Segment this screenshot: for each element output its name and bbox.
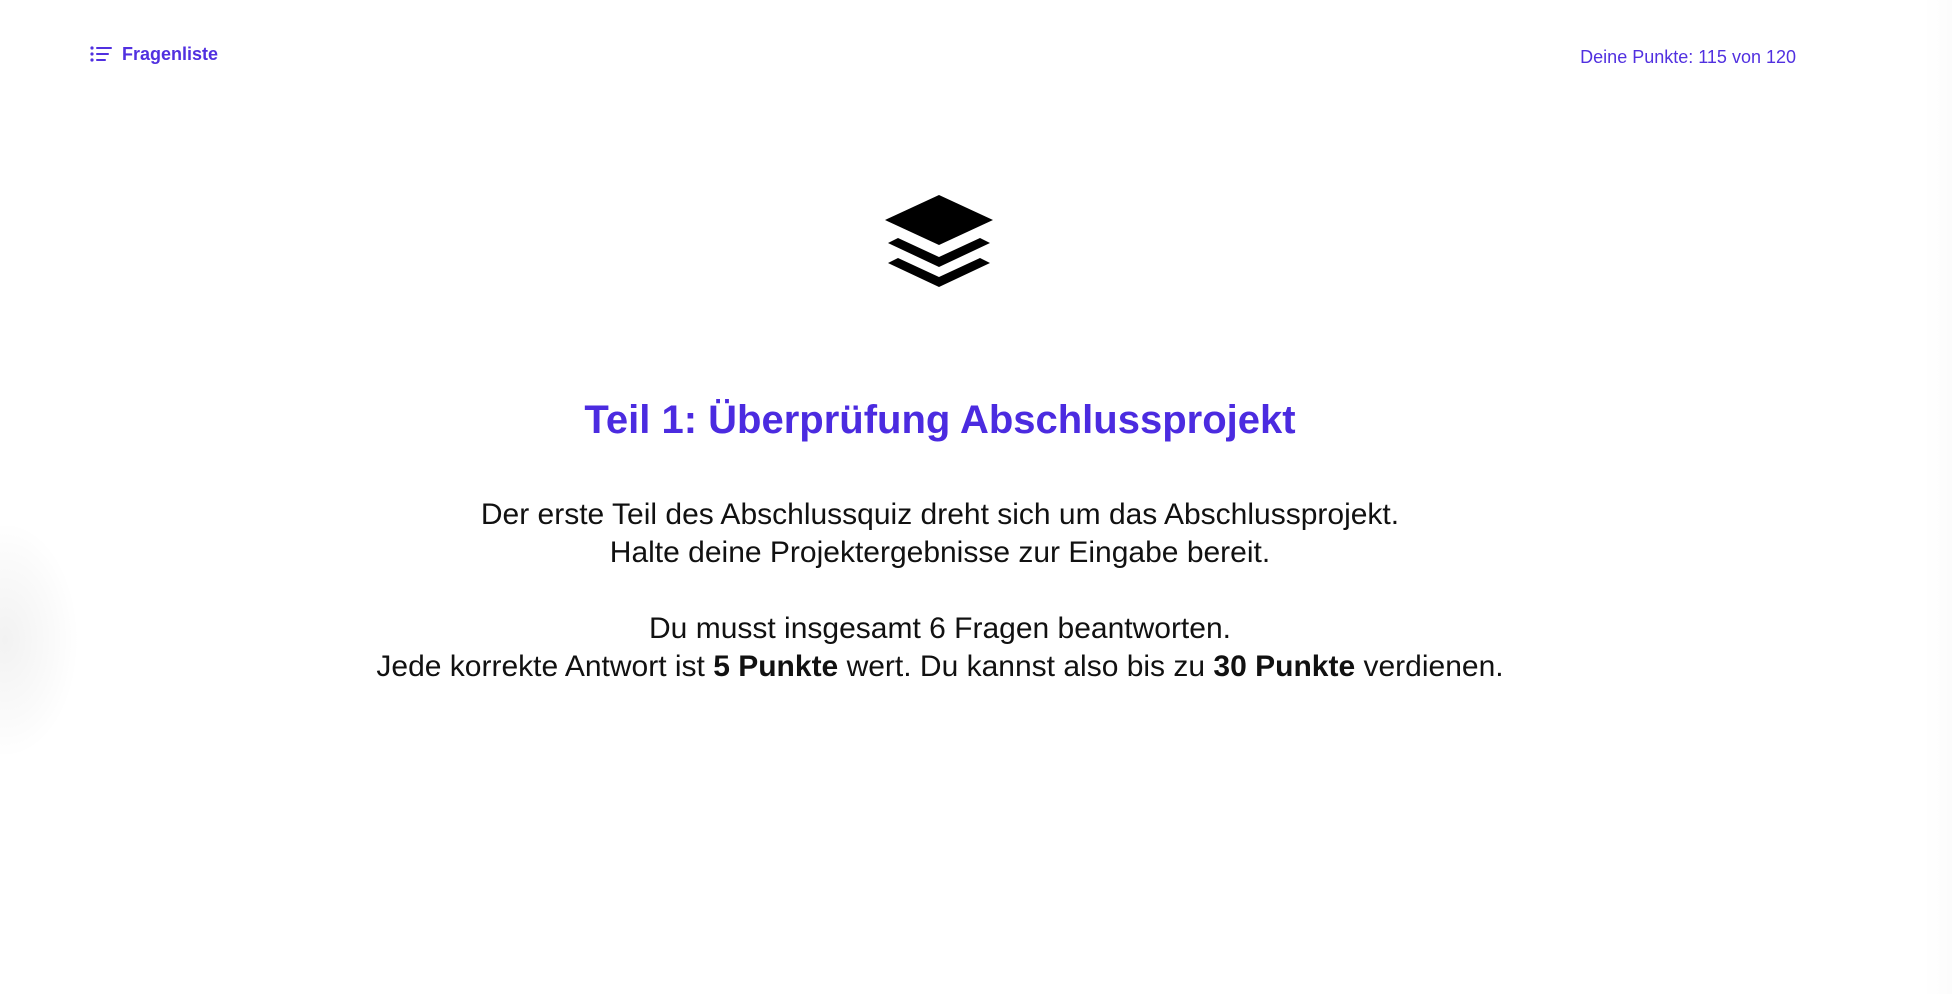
points-per-answer: 5 Punkte [713, 650, 839, 683]
info-line-1: Du musst insgesamt 6 Fragen beantworten. [649, 612, 1231, 645]
right-page-edge [1922, 0, 1952, 994]
info-line-2-suffix: verdienen. [1355, 650, 1504, 683]
question-list-label: Fragenliste [122, 44, 219, 64]
info-line-2-middle: wert. Du kannst also bis zu [838, 650, 1214, 683]
intro-line-1: Der erste Teil des Abschlussquiz dreht s… [480, 498, 1400, 531]
list-icon [90, 46, 112, 62]
quiz-description: Der erste Teil des Abschlussquiz dreht s… [0, 496, 1880, 686]
question-list-button[interactable]: Fragenliste [90, 42, 218, 66]
info-line-2: Jede korrekte Antwort ist 5 Punkte wert.… [0, 648, 1880, 686]
page-title: Teil 1: Überprüfung Abschlussprojekt [584, 398, 1296, 442]
quiz-intro-page: Fragenliste Deine Punkte: 115 von 120 Te… [0, 0, 1952, 994]
score-indicator: Deine Punkte: 115 von 120 [1580, 47, 1796, 67]
max-points: 30 Punkte [1213, 650, 1356, 683]
layers-icon [880, 192, 998, 296]
intro-line-2: Halte deine Projektergebnisse zur Eingab… [609, 536, 1271, 569]
info-line-2-prefix: Jede korrekte Antwort ist [376, 650, 714, 683]
